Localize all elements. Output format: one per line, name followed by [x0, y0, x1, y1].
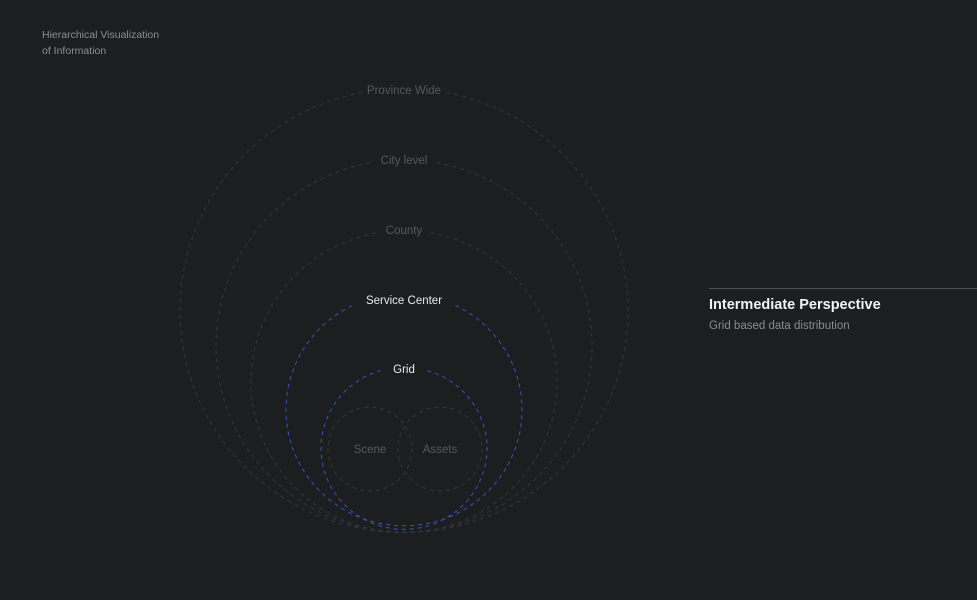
- leaf-label-scene: Scene: [354, 444, 387, 456]
- level-label-city-level: City level: [381, 155, 428, 167]
- ring-service-center[interactable]: Service Center: [285, 295, 523, 527]
- ring-county-path: [250, 232, 558, 533]
- ring-county[interactable]: County: [250, 225, 558, 533]
- ring-province-wide[interactable]: Province Wide: [179, 85, 629, 534]
- detail-divider: [709, 288, 977, 289]
- level-label-service-center: Service Center: [366, 295, 442, 307]
- ring-grid[interactable]: Grid: [320, 364, 488, 530]
- leaf-assets[interactable]: Assets: [397, 406, 483, 492]
- level-label-grid: Grid: [393, 364, 415, 376]
- detail-title: Intermediate Perspective: [709, 297, 881, 313]
- level-label-province-wide: Province Wide: [367, 85, 441, 97]
- detail-subtitle: Grid based data distribution: [709, 320, 850, 332]
- ring-city-level[interactable]: City level: [215, 155, 593, 533]
- ring-service-center-path: [285, 304, 523, 527]
- ring-city-level-path: [215, 162, 593, 533]
- ring-grid-path: [320, 370, 488, 530]
- leaf-scene[interactable]: Scene: [327, 406, 413, 492]
- leaf-label-assets: Assets: [423, 444, 458, 456]
- page: Hierarchical Visualization of Informatio…: [0, 0, 977, 600]
- level-label-county: County: [386, 225, 423, 237]
